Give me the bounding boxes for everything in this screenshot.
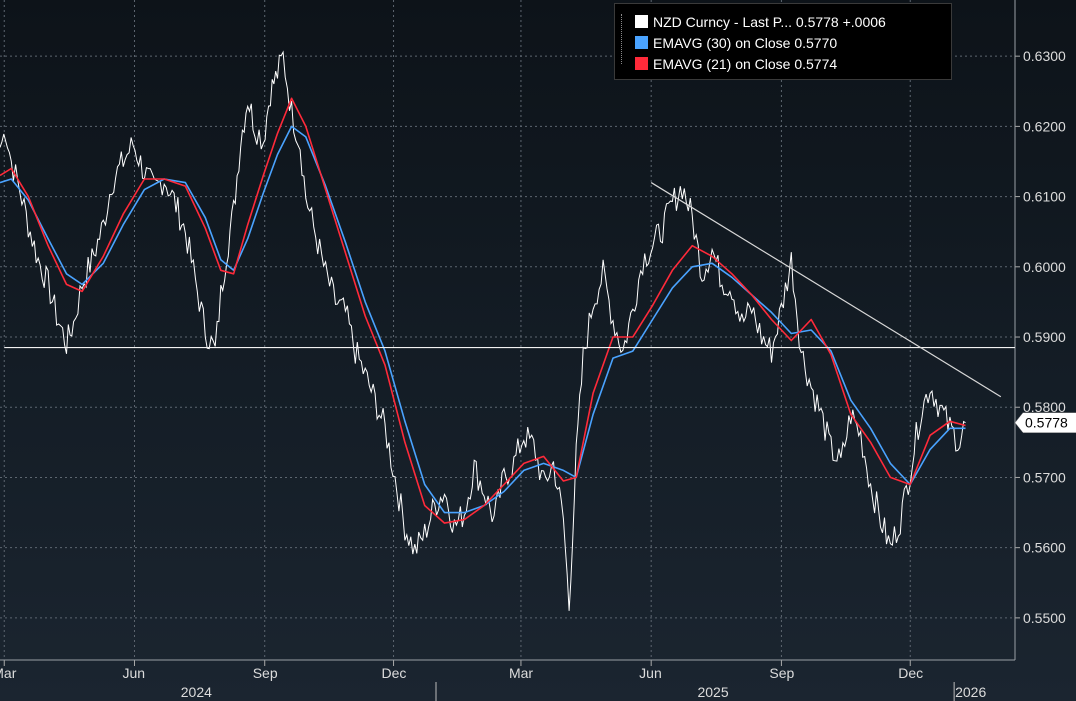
series-line-nzd: [0, 50, 966, 611]
legend-label-ema30: EMAVG (30) on Close 0.5770: [653, 35, 838, 51]
legend-label-ema21: EMAVG (21) on Close 0.5774: [653, 56, 838, 72]
legend-swatch-ema21: [635, 57, 648, 70]
x-tick-label: Mar: [0, 665, 17, 681]
y-tick-label: 0.6300: [1023, 48, 1066, 64]
year-label: 2026: [955, 684, 986, 700]
y-tick-label: 0.5700: [1023, 469, 1066, 485]
y-tick-label: 0.6000: [1023, 259, 1066, 275]
year-label: 2025: [697, 684, 728, 700]
last-value-label: 0.5778: [1025, 415, 1068, 431]
y-tick-label: 0.5600: [1023, 540, 1066, 556]
y-tick-label: 0.6200: [1023, 118, 1066, 134]
x-tick-label: Sep: [253, 665, 278, 681]
series-line-ema21: [0, 97, 966, 524]
legend-tree-line: [621, 14, 628, 64]
resistance-trendline: [650, 182, 1002, 398]
legend: NZD Curncy - Last P... 0.5778 +.0006 EMA…: [614, 3, 952, 80]
legend-swatch-ema30: [635, 36, 648, 49]
series-line-ema30: [0, 125, 966, 514]
y-tick-label: 0.6100: [1023, 189, 1066, 205]
legend-label-nzd: NZD Curncy - Last P... 0.5778 +.0006: [653, 14, 886, 30]
year-label: 2024: [181, 684, 212, 700]
chart-window: 0.5500 0.5600 0.5700 0.5800 0.5900 0.6000 0.61…: [0, 0, 1076, 701]
x-tick-label: Mar: [509, 665, 533, 681]
price-chart: 0.55000.56000.57000.58000.59000.60000.61…: [0, 0, 1076, 701]
x-tick-label: Jun: [639, 665, 662, 681]
legend-swatch-nzd: [635, 15, 648, 28]
x-tick-label: Jun: [122, 665, 145, 681]
x-tick-label: Sep: [769, 665, 794, 681]
x-tick-label: Dec: [898, 665, 923, 681]
y-tick-label: 0.5500: [1023, 610, 1066, 626]
x-tick-label: Dec: [382, 665, 407, 681]
y-tick-label: 0.5900: [1023, 329, 1066, 345]
